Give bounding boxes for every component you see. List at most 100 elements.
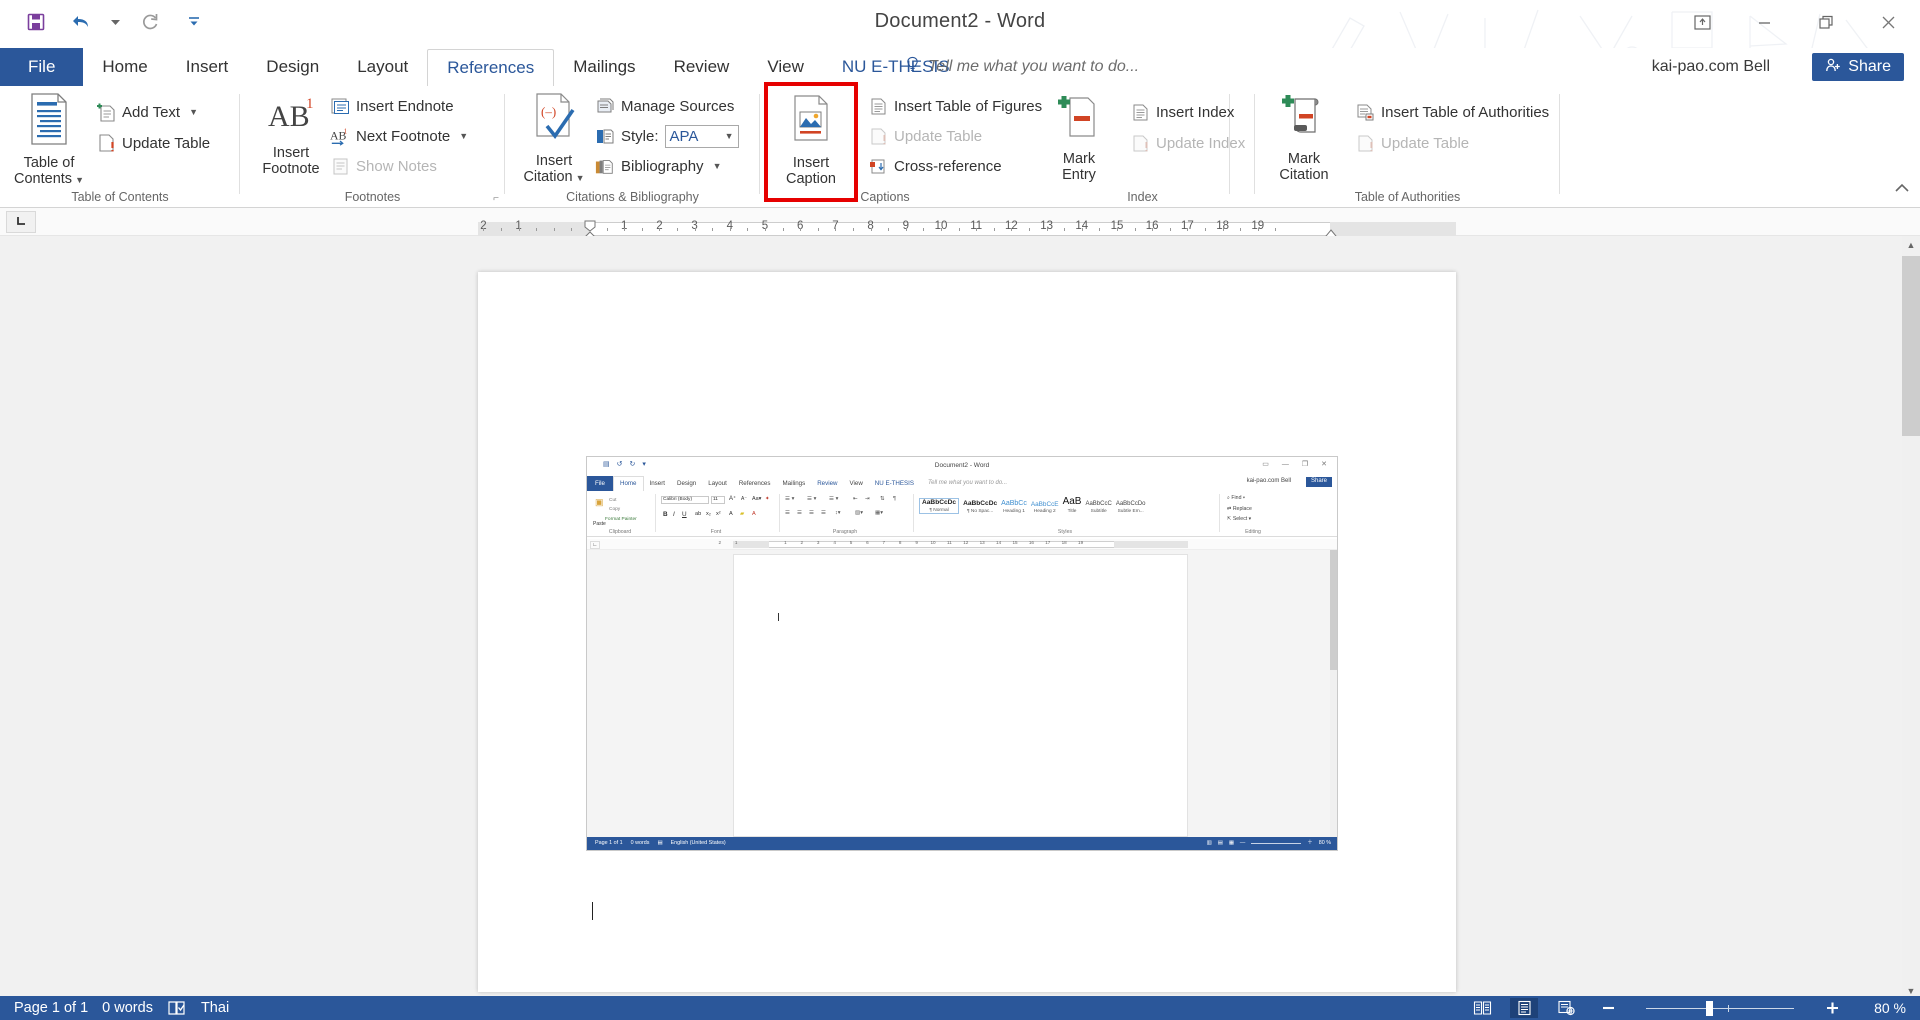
share-button[interactable]: Share (1812, 53, 1904, 81)
restore-icon[interactable] (1812, 8, 1840, 36)
tab-view[interactable]: View (748, 48, 823, 86)
scrollbar-thumb[interactable] (1902, 256, 1920, 436)
zoom-in-icon[interactable] (1818, 998, 1846, 1018)
ribbon-tabs[interactable]: File Home Insert Design Layout Reference… (0, 48, 969, 86)
tab-design[interactable]: Design (247, 48, 338, 86)
tab-home[interactable]: Home (83, 48, 166, 86)
footnotes-dialog-launcher[interactable]: ⌐ (493, 193, 499, 204)
status-bar: Page 1 of 1 0 words Thai 80 % (0, 996, 1920, 1020)
collapse-ribbon-icon[interactable] (1894, 182, 1910, 197)
underline-icon: U (682, 511, 687, 518)
document-page[interactable]: / ▤ ↺ ↻ ▾ Document2 - Word ▭ — ❐ ✕ (478, 272, 1456, 992)
next-footnote-button[interactable]: AB 1 Next Footnote ▼ (330, 124, 468, 148)
read-mode-icon[interactable] (1468, 998, 1496, 1018)
ruler-minor-tick (606, 228, 608, 231)
insert-endnote-button[interactable]: Insert Endnote (330, 94, 454, 118)
tab-references[interactable]: References (427, 49, 555, 86)
tab-file[interactable]: File (0, 48, 84, 86)
tab-layout[interactable]: Layout (338, 48, 427, 86)
zoom-slider-thumb[interactable] (1706, 1000, 1713, 1016)
minimize-icon[interactable] (1750, 8, 1778, 36)
language-indicator[interactable]: Thai (201, 1000, 229, 1016)
embedded-style-preview: AaBbCcE (1030, 500, 1059, 508)
tab-mailings[interactable]: Mailings (554, 48, 654, 86)
account-name[interactable]: kai-pao.com Bell (1652, 48, 1770, 86)
tell-me-search[interactable]: Tell me what you want to do... (905, 48, 1139, 86)
zoom-out-icon[interactable] (1594, 998, 1622, 1018)
chevron-down-icon[interactable]: ▼ (459, 131, 468, 141)
embedded-group-separator (913, 494, 914, 532)
update-index-button[interactable]: Update Index (1130, 131, 1245, 155)
proofing-errors-icon[interactable] (167, 1000, 187, 1016)
embedded-tab-insert: Insert (649, 479, 665, 487)
page-indicator[interactable]: Page 1 of 1 (14, 1000, 88, 1016)
update-table-button[interactable]: Update Table (96, 131, 210, 155)
ruler-minor-tick (923, 228, 925, 231)
embedded-style-item: AaBbCcE Heading 2 (1031, 501, 1059, 515)
ribbon-display-options-icon[interactable] (1688, 8, 1716, 36)
ruler-minor-tick (1081, 228, 1083, 231)
zoom-slider[interactable] (1636, 998, 1804, 1018)
insert-index-label: Insert Index (1156, 103, 1235, 121)
vertical-scrollbar[interactable]: ▲ ▼ (1902, 236, 1920, 1000)
insert-footnote-button[interactable]: AB 1 Insert Footnote (248, 92, 334, 177)
ruler-minor-tick (536, 228, 538, 231)
chevron-down-icon[interactable]: ▼ (75, 175, 84, 185)
bibliography-label: Bibliography (621, 157, 704, 175)
insert-citation-label-line1: Insert (535, 153, 573, 169)
embedded-title-bar: ▤ ↺ ↻ ▾ Document2 - Word ▭ — ❐ ✕ (587, 457, 1337, 476)
embedded-web-layout-icon: ▦ (1228, 840, 1234, 847)
insert-index-button[interactable]: Insert Index (1130, 100, 1234, 124)
embedded-group-separator (655, 494, 656, 532)
tab-review[interactable]: Review (655, 48, 749, 86)
chevron-down-icon[interactable]: ▼ (189, 107, 198, 117)
cross-reference-button[interactable]: Cross-reference (868, 154, 1002, 178)
mark-citation-label-line1: Mark (1287, 151, 1321, 167)
mark-entry-button[interactable]: Mark Entry (1036, 92, 1122, 183)
ruler-margin-right (1330, 222, 1456, 236)
update-table-authorities-button[interactable]: Update Table (1355, 131, 1469, 155)
insert-caption-label-line1: Insert (792, 155, 830, 171)
mark-citation-button[interactable]: Mark Citation (1261, 92, 1347, 183)
print-layout-icon[interactable] (1510, 998, 1538, 1018)
close-icon[interactable] (1874, 8, 1902, 36)
add-text-button[interactable]: Add Text ▼ (96, 100, 198, 124)
zoom-level[interactable]: 80 % (1860, 1000, 1906, 1016)
embedded-style-preview: AaBbCc (1001, 499, 1027, 507)
table-of-contents-button[interactable]: Table of Contents ▼ (6, 92, 92, 188)
scroll-up-arrow-icon[interactable]: ▲ (1902, 236, 1920, 254)
group-label-index: Index (1127, 190, 1158, 204)
manage-sources-button[interactable]: Manage Sources (595, 94, 734, 118)
insert-caption-button[interactable]: Insert Caption (764, 82, 858, 202)
embedded-scrollbar-thumb (1330, 550, 1337, 670)
insert-citation-button[interactable]: (–) Insert Citation ▼ (511, 92, 597, 186)
table-of-contents-icon (26, 92, 72, 151)
embedded-tab-home: Home (612, 476, 644, 491)
web-layout-icon[interactable] (1552, 998, 1580, 1018)
chevron-down-icon[interactable]: ▼ (713, 161, 722, 171)
grow-font-icon: A⁺ (729, 496, 737, 502)
word-count[interactable]: 0 words (102, 1000, 153, 1016)
ruler-minor-tick (976, 228, 978, 231)
chevron-down-icon[interactable]: ▼ (576, 173, 585, 183)
show-notes-button[interactable]: Show Notes (330, 154, 437, 178)
embedded-zoom-slider (1251, 843, 1302, 844)
update-table-figures-button[interactable]: Update Table (868, 124, 982, 148)
tab-insert[interactable]: Insert (167, 48, 248, 86)
embedded-style-name: Heading 2 (1033, 508, 1056, 514)
citation-style-dropdown[interactable]: APA ▼ (664, 124, 739, 148)
insert-table-of-authorities-button[interactable]: Insert Table of Authorities (1355, 100, 1549, 124)
svg-text:1: 1 (344, 127, 348, 135)
text-effects-icon: A (729, 511, 733, 517)
tab-stop-selector[interactable] (6, 211, 36, 233)
window-controls[interactable] (1688, 8, 1902, 36)
ruler-minor-tick (993, 228, 995, 231)
ruler-minor-tick (870, 228, 872, 231)
insert-table-of-figures-button[interactable]: Insert Table of Figures (868, 94, 1042, 118)
embedded-font-size: 11 (711, 496, 725, 504)
citation-style-control[interactable]: Style: APA ▼ (595, 124, 739, 148)
embedded-word-screenshot-image[interactable]: ▤ ↺ ↻ ▾ Document2 - Word ▭ — ❐ ✕ File Ho… (586, 456, 1338, 851)
chevron-down-icon[interactable]: ▼ (725, 131, 734, 141)
embedded-ruler-tick: 16 (1028, 540, 1034, 545)
bibliography-button[interactable]: Bibliography ▼ (595, 154, 721, 178)
